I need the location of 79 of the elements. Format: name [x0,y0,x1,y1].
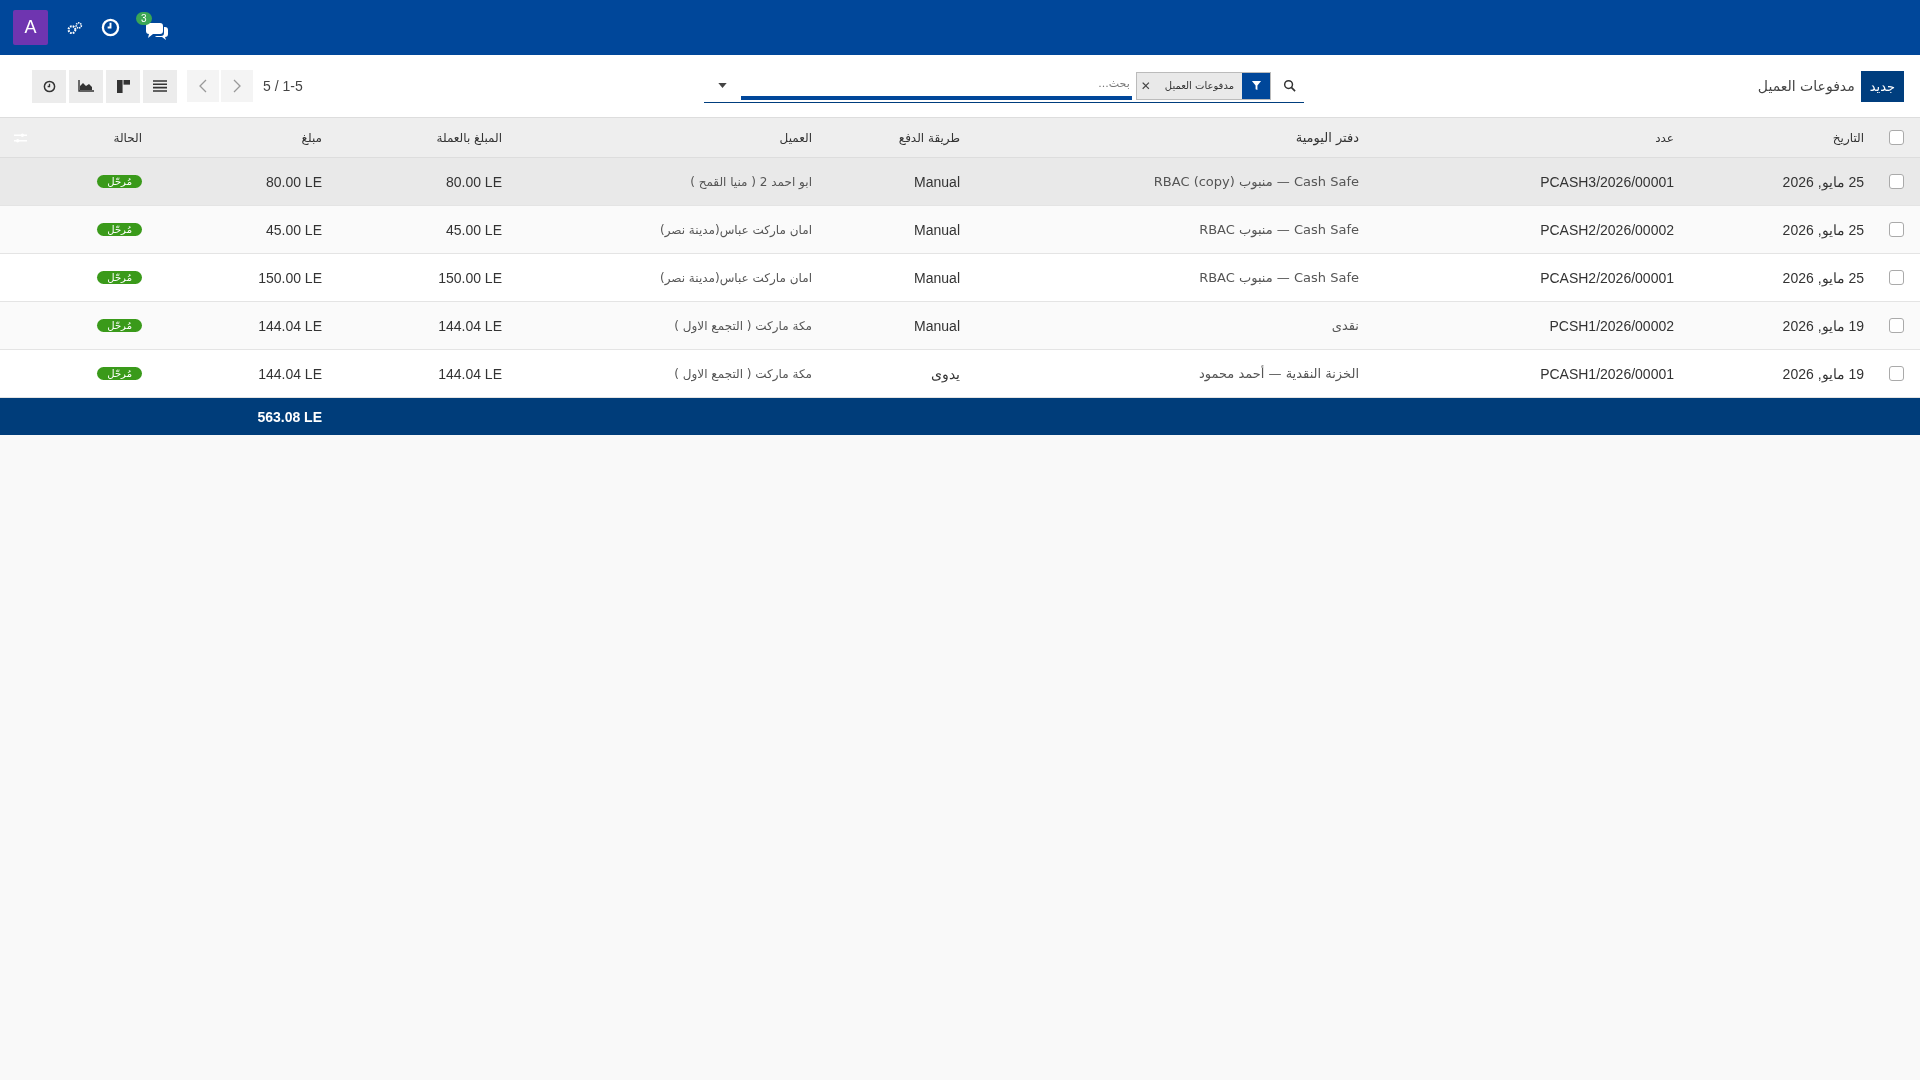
method-cell: Manual [914,173,960,190]
amount-total: 563.08 LE [257,408,322,425]
filter-facet[interactable]: مدفوعات العميل ✕ [1135,71,1271,100]
amount-currency-cell: 150.00 LE [438,269,502,286]
status-badge: مُرحّل [97,271,142,284]
kanban-view-button[interactable] [106,69,140,103]
row-checkbox[interactable] [1888,222,1904,237]
customer-cell: مكة ماركت ( التجمع الاول ) [674,318,812,333]
chevron-left-icon [199,79,207,93]
amount-cell: 144.04 LE [258,365,322,382]
amount-cell: 144.04 LE [258,317,322,334]
kanban-icon [116,79,130,93]
journal-cell: Cash Safe — منبوب RBAC [1199,222,1359,237]
date-cell: 25 مايو, 2026 [1782,173,1864,190]
pager-value[interactable]: 5 / 1-5 [263,78,303,94]
number-cell: PCASH3/2026/00001 [1540,173,1674,190]
number-cell: PCASH1/2026/00001 [1540,365,1674,382]
filter-icon [1250,80,1262,91]
amount-cell: 45.00 LE [265,221,322,238]
customer-cell: امان ماركت عباس(مدينة نصر) [660,270,812,285]
status-badge: مُرحّل [97,319,142,332]
row-checkbox[interactable] [1888,318,1904,333]
column-header[interactable]: الحالة [113,130,142,145]
number-cell: PCASH2/2026/00001 [1540,269,1674,286]
amount-currency-cell: 144.04 LE [438,365,502,382]
method-cell: Manual [914,221,960,238]
journal-cell: الخزنة النقدية — أحمد محمود [1198,366,1359,381]
customer-cell: امان ماركت عباس(مدينة نصر) [660,222,812,237]
gears-icon[interactable] [66,20,83,35]
amount-cell: 80.00 LE [265,173,322,190]
search-icon[interactable] [1283,79,1296,92]
filter-facet-label: مدفوعات العميل [1163,79,1235,93]
journal-cell: Cash Safe — منبوب RBAC (copy) [1153,174,1359,189]
chevron-right-icon [233,79,241,93]
caret-icon[interactable] [718,83,727,88]
number-cell: PCSH1/2026/00002 [1549,317,1674,334]
status-badge: مُرحّل [97,223,142,236]
search-input[interactable]: بحث... [741,71,1132,100]
date-cell: 19 مايو, 2026 [1782,317,1864,334]
column-header[interactable]: العميل [779,130,812,145]
journal-cell: Cash Safe — منبوب RBAC [1199,270,1359,285]
list-view-button[interactable] [143,69,177,103]
column-header[interactable]: المبلغ بالعملة [436,130,502,145]
status-badge: مُرحّل [97,175,142,188]
user-avatar[interactable]: A [13,10,48,45]
select-all-checkbox[interactable] [1888,130,1904,145]
status-badge: مُرحّل [97,367,142,380]
row-checkbox[interactable] [1888,366,1904,381]
journal-cell: نقدى [1331,318,1359,333]
area-chart-icon [78,80,94,92]
method-cell: Manual [914,317,960,334]
clock-icon [42,79,56,93]
activity-view-button[interactable] [32,69,66,103]
number-cell: PCASH2/2026/00002 [1540,221,1674,238]
date-cell: 25 مايو, 2026 [1782,221,1864,238]
amount-currency-cell: 80.00 LE [445,173,502,190]
message-count-badge: 3 [136,11,152,25]
row-checkbox[interactable] [1888,270,1904,285]
date-cell: 25 مايو, 2026 [1782,269,1864,286]
customer-cell: مكة ماركت ( التجمع الاول ) [674,366,812,381]
method-cell: يدوى [931,365,960,382]
amount-cell: 150.00 LE [258,269,322,286]
column-header[interactable]: دفتر اليومية [1295,130,1359,145]
new-button[interactable]: جديد [1860,70,1904,102]
amount-currency-cell: 144.04 LE [438,317,502,334]
remove-facet-button[interactable]: ✕ [1136,72,1157,99]
row-checkbox[interactable] [1888,174,1904,189]
clock-icon[interactable] [101,18,120,37]
amount-currency-cell: 45.00 LE [445,221,502,238]
breadcrumb: مدفوعات العميل [1757,78,1855,94]
method-cell: Manual [914,269,960,286]
graph-view-button[interactable] [69,69,103,103]
column-header[interactable]: التاريخ [1832,130,1864,145]
column-header[interactable]: طريقة الدفع [898,130,960,145]
column-header[interactable]: عدد [1655,130,1674,145]
customer-cell: ابو احمد 2 ( منيا القمح ) [690,174,812,189]
column-header[interactable]: مبلغ [301,130,322,145]
date-cell: 19 مايو, 2026 [1782,365,1864,382]
list-icon [153,80,167,92]
